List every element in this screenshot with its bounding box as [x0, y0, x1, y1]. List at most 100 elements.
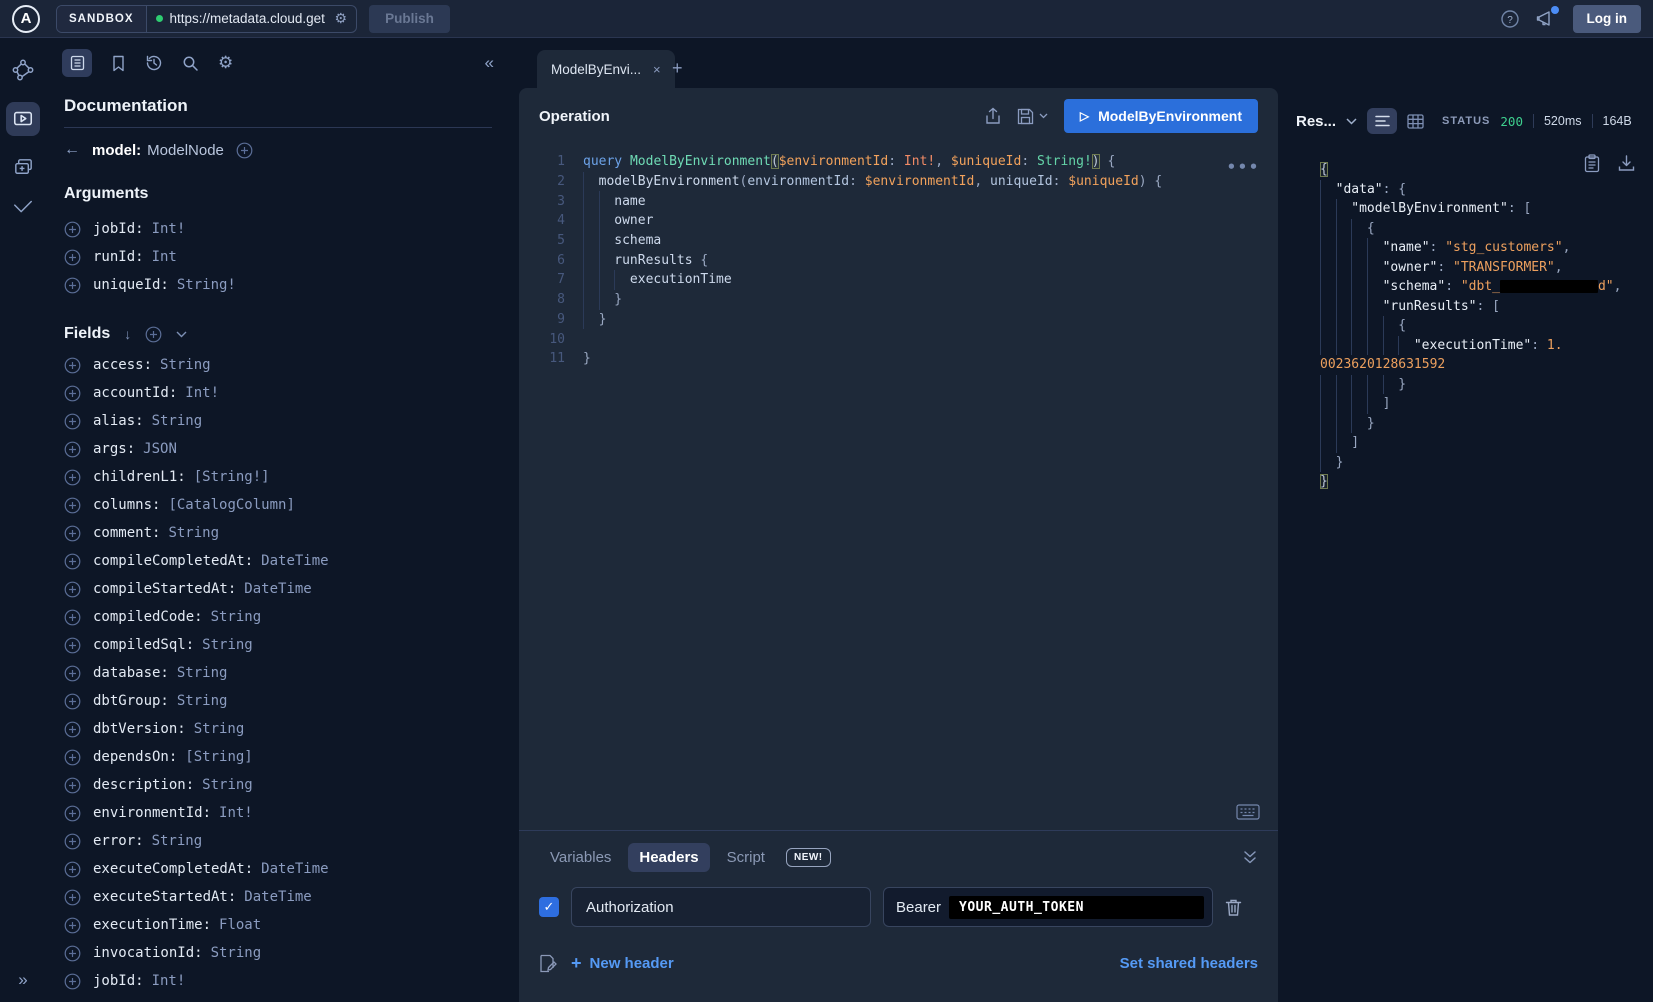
set-shared-headers-link[interactable]: Set shared headers: [1120, 955, 1258, 972]
field-row[interactable]: runId: Int: [64, 243, 492, 271]
field-name[interactable]: columns:: [93, 497, 160, 513]
raw-view-toggle-icon[interactable]: [1367, 108, 1397, 134]
field-name[interactable]: invocationId:: [93, 945, 203, 961]
field-row[interactable]: dbtGroup:String: [64, 687, 492, 715]
field-row[interactable]: description:String: [64, 771, 492, 799]
add-field-icon[interactable]: [236, 142, 253, 159]
code-line[interactable]: 9}: [519, 310, 1278, 330]
field-type[interactable]: [CatalogColumn]: [168, 497, 294, 513]
field-row[interactable]: uniqueId:String!: [64, 271, 492, 299]
copy-response-icon[interactable]: [1584, 154, 1600, 173]
schema-graph-icon[interactable]: [11, 58, 35, 82]
graphql-editor[interactable]: 1query ModelByEnvironment($environmentId…: [519, 144, 1278, 830]
add-to-query-icon[interactable]: [64, 805, 81, 822]
field-name[interactable]: database:: [93, 665, 169, 681]
field-name[interactable]: environmentId:: [93, 805, 211, 821]
code-line[interactable]: 2modelByEnvironment(environmentId: $envi…: [519, 172, 1278, 192]
field-name[interactable]: accountId:: [93, 385, 177, 401]
field-type[interactable]: String: [194, 721, 245, 737]
field-type[interactable]: String!: [177, 277, 236, 293]
field-row[interactable]: comment:String: [64, 519, 492, 547]
field-type[interactable]: JSON: [143, 441, 177, 457]
field-type[interactable]: String: [211, 609, 262, 625]
add-to-query-icon[interactable]: [64, 553, 81, 570]
settings-gear-icon[interactable]: ⚙: [218, 53, 233, 73]
add-to-query-icon[interactable]: [64, 917, 81, 934]
field-name[interactable]: compiledSql:: [93, 637, 194, 653]
field-row[interactable]: dbtVersion: String: [64, 715, 492, 743]
field-row[interactable]: database: String: [64, 659, 492, 687]
sort-fields-icon[interactable]: ↓: [124, 326, 131, 342]
help-icon[interactable]: ?: [1500, 9, 1520, 29]
field-row[interactable]: dependsOn: [String]: [64, 743, 492, 771]
field-type[interactable]: [String]: [185, 749, 252, 765]
field-type[interactable]: Int!: [152, 221, 186, 237]
response-title[interactable]: Res...: [1296, 113, 1336, 130]
publish-button[interactable]: Publish: [369, 5, 450, 33]
field-name[interactable]: childrenL1:: [93, 469, 186, 485]
field-type[interactable]: Int: [152, 249, 177, 265]
add-to-query-icon[interactable]: [64, 693, 81, 710]
tab-headers[interactable]: Headers: [628, 843, 709, 872]
field-type[interactable]: Int!: [219, 805, 253, 821]
code-line[interactable]: 6runResults {: [519, 250, 1278, 270]
editor-menu-kebab-icon[interactable]: •••: [1227, 158, 1260, 176]
field-row[interactable]: accountId:Int!: [64, 379, 492, 407]
add-to-query-icon[interactable]: [64, 861, 81, 878]
add-to-query-icon[interactable]: [64, 441, 81, 458]
field-name[interactable]: jobId:: [93, 221, 144, 237]
add-to-query-icon[interactable]: [64, 581, 81, 598]
endpoint-settings-gear-icon[interactable]: ⚙: [335, 10, 348, 27]
code-line[interactable]: 11}: [519, 349, 1278, 369]
field-name[interactable]: dependsOn:: [93, 749, 177, 765]
add-to-query-icon[interactable]: [64, 249, 81, 266]
table-view-toggle-icon[interactable]: [1407, 114, 1424, 129]
field-row[interactable]: compileStartedAt:DateTime: [64, 575, 492, 603]
checklist-icon[interactable]: [12, 199, 34, 215]
endpoint-url[interactable]: https://metadata.cloud.get: [170, 11, 328, 26]
documentation-tab-icon[interactable]: [62, 49, 92, 77]
field-row[interactable]: environmentId: Int!: [64, 799, 492, 827]
field-name[interactable]: executionTime:: [93, 917, 211, 933]
add-to-query-icon[interactable]: [64, 637, 81, 654]
add-to-query-icon[interactable]: [64, 889, 81, 906]
field-name[interactable]: comment:: [93, 525, 160, 541]
field-type[interactable]: String: [152, 413, 203, 429]
field-type[interactable]: String: [177, 665, 228, 681]
field-name[interactable]: error:: [93, 833, 144, 849]
field-type[interactable]: DateTime: [244, 581, 311, 597]
field-name[interactable]: compileCompletedAt:: [93, 553, 253, 569]
field-name[interactable]: compiledCode:: [93, 609, 203, 625]
fields-options-chevron-icon[interactable]: [176, 331, 187, 338]
download-response-icon[interactable]: [1618, 154, 1635, 173]
add-to-query-icon[interactable]: [64, 833, 81, 850]
back-arrow-icon[interactable]: ←: [64, 141, 80, 159]
code-line[interactable]: 7executionTime: [519, 270, 1278, 290]
field-name[interactable]: dbtGroup:: [93, 693, 169, 709]
announcements-megaphone-icon[interactable]: [1536, 9, 1557, 28]
history-icon[interactable]: [145, 54, 163, 72]
add-to-query-icon[interactable]: [64, 221, 81, 238]
field-type[interactable]: [String!]: [194, 469, 270, 485]
field-row[interactable]: jobId: Int!: [64, 215, 492, 243]
field-row[interactable]: childrenL1: [String!]: [64, 463, 492, 491]
field-row[interactable]: access:String: [64, 351, 492, 379]
field-name[interactable]: access:: [93, 357, 152, 373]
code-line[interactable]: 3name: [519, 191, 1278, 211]
field-row[interactable]: executeStartedAt:DateTime: [64, 883, 492, 911]
header-value-field[interactable]: Bearer YOUR_AUTH_TOKEN: [883, 887, 1213, 927]
field-row[interactable]: alias:String: [64, 407, 492, 435]
operation-tab[interactable]: ModelByEnvi... ×: [537, 50, 675, 88]
close-tab-icon[interactable]: ×: [653, 62, 661, 77]
add-to-query-icon[interactable]: [64, 945, 81, 962]
field-name[interactable]: runId:: [93, 249, 144, 265]
field-name[interactable]: dbtVersion:: [93, 721, 186, 737]
add-to-query-icon[interactable]: [64, 497, 81, 514]
field-row[interactable]: compiledSql:String: [64, 631, 492, 659]
field-row[interactable]: args:JSON: [64, 435, 492, 463]
add-to-query-icon[interactable]: [64, 469, 81, 486]
field-row[interactable]: executeCompletedAt:DateTime: [64, 855, 492, 883]
add-to-query-icon[interactable]: [64, 385, 81, 402]
field-row[interactable]: columns: [CatalogColumn]: [64, 491, 492, 519]
field-type[interactable]: DateTime: [261, 553, 328, 569]
